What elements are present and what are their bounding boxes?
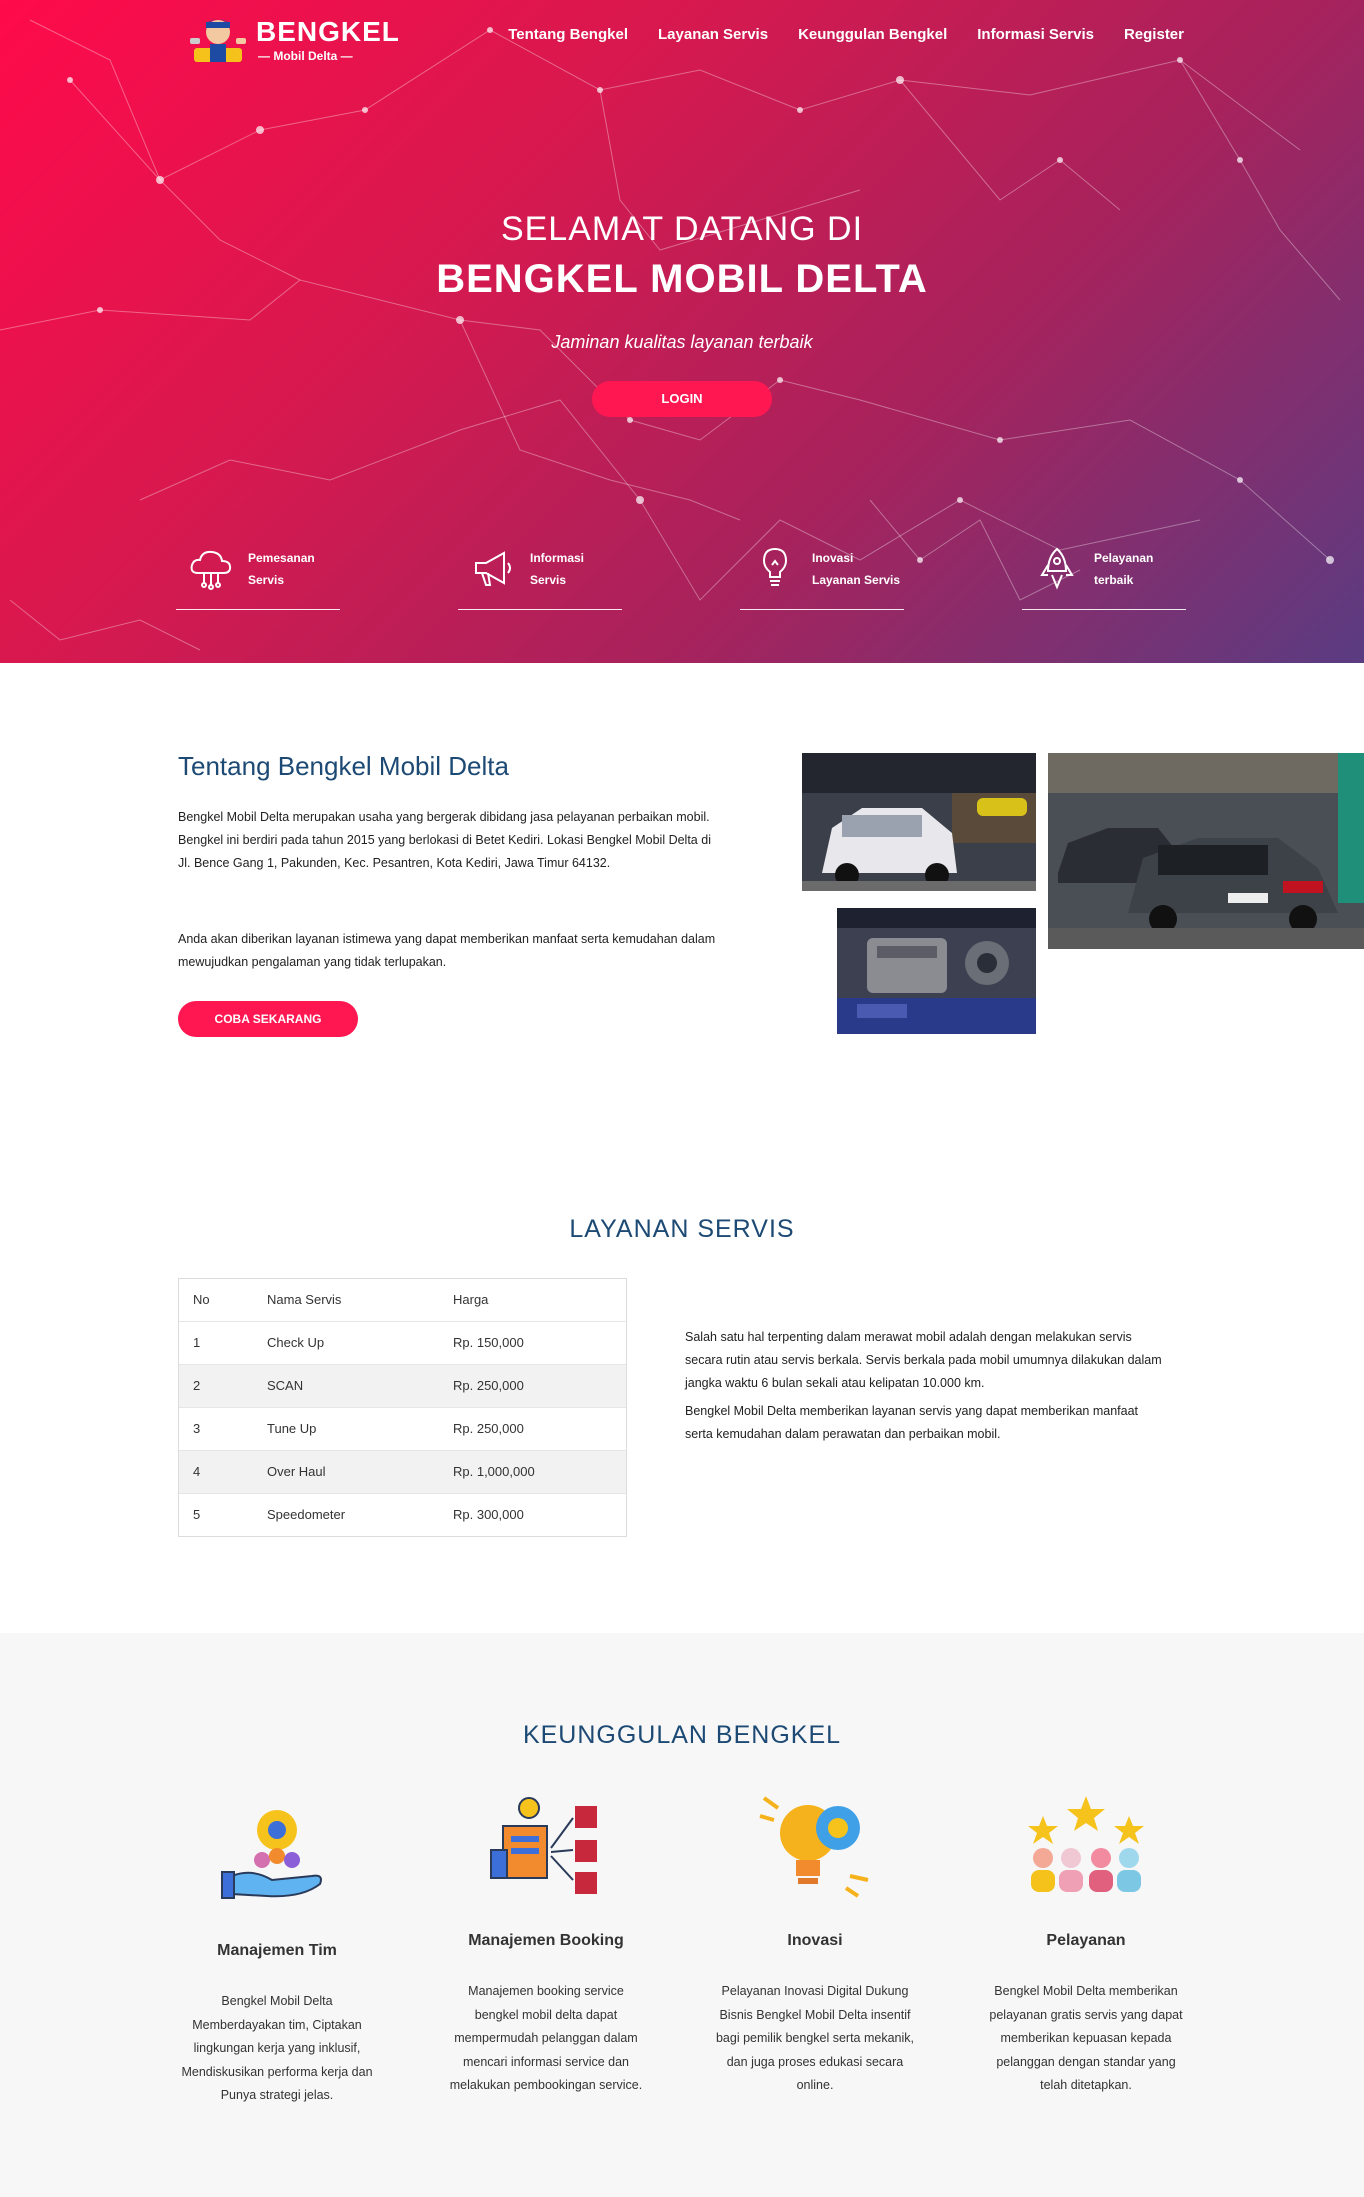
cell-no: 4 [179, 1449, 253, 1493]
cell-harga: Rp. 1,000,000 [439, 1449, 626, 1493]
menu-keunggulan-bengkel[interactable]: Keunggulan Bengkel [798, 26, 947, 43]
cell-harga: Rp. 300,000 [439, 1492, 626, 1536]
try-now-button[interactable]: COBA SEKARANG [178, 1001, 358, 1037]
navbar: BENGKEL — Mobil Delta — Tentang Bengkel … [0, 0, 1364, 70]
cell-no: 5 [179, 1492, 253, 1536]
advantage-card-manajemen-booking: Manajemen Booking Manajemen booking serv… [446, 1788, 646, 2098]
hero-features: Pemesanan Servis Informasi Servis Inovas… [176, 545, 1186, 610]
cell-no: 2 [179, 1363, 253, 1407]
advantage-text: Bengkel Mobil Delta memberikan pelayanan… [989, 1984, 1183, 2092]
advantage-title: Manajemen Tim [217, 1942, 337, 1959]
table-header-nama: Nama Servis [267, 1292, 342, 1308]
login-button[interactable]: LOGIN [592, 381, 772, 417]
logo-title: BENGKEL [256, 16, 400, 47]
cell-nama: SCAN [253, 1363, 439, 1407]
feature-label-line2: Servis [248, 573, 285, 587]
advantages-title: KEUNGGULAN BENGKEL [522, 1721, 842, 1749]
lightbulb-icon [762, 547, 788, 586]
cell-no: 1 [179, 1320, 253, 1364]
advantage-text: Pelayanan Inovasi Digital Dukung Bisnis … [715, 1984, 915, 2092]
hero-section: BENGKEL — Mobil Delta — Tentang Bengkel … [0, 0, 1364, 663]
about-section: Tentang Bengkel Mobil Delta Bengkel Mobi… [0, 663, 1364, 1150]
advantage-card-pelayanan: Pelayanan Bengkel Mobil Delta memberikan… [986, 1788, 1186, 2098]
advantage-title: Inovasi [787, 1932, 843, 1949]
cell-nama: Speedometer [253, 1492, 439, 1536]
about-title: Tentang Bengkel Mobil Delta [178, 751, 509, 781]
cell-harga: Rp. 150,000 [439, 1320, 626, 1364]
advantage-text: Bengkel Mobil Delta Memberdayakan tim, C… [181, 1994, 373, 2102]
table-row: 5 Speedometer Rp. 300,000 [179, 1492, 626, 1536]
hero-tagline: Jaminan kualitas layanan terbaik [551, 332, 813, 352]
cell-no: 3 [179, 1406, 253, 1450]
cell-harga: Rp. 250,000 [439, 1406, 626, 1450]
feature-label-line1: Pemesanan [248, 551, 315, 565]
feature-pelayanan-terbaik[interactable]: Pelayanan terbaik [1022, 545, 1186, 610]
feature-label-line1: Pelayanan [1094, 551, 1154, 565]
menu-register[interactable]: Register [1124, 26, 1184, 43]
advantage-title: Manajemen Booking [468, 1932, 624, 1949]
cell-nama: Tune Up [253, 1406, 439, 1450]
logo-subtitle: — Mobil Delta — [258, 49, 353, 63]
advantage-card-manajemen-tim: Manajemen Tim Bengkel Mobil Delta Member… [177, 1798, 377, 2108]
menu-tentang-bengkel[interactable]: Tentang Bengkel [508, 26, 628, 43]
workshop-photo-engine [837, 908, 1036, 1034]
service-stars-icon [1028, 1796, 1144, 1892]
feature-pemesanan-servis[interactable]: Pemesanan Servis [176, 545, 340, 610]
menu-layanan-servis[interactable]: Layanan Servis [658, 26, 768, 43]
services-table: No Nama Servis Harga 1 Check Up Rp. 150,… [178, 1278, 627, 1537]
feature-label-line2: Servis [530, 573, 567, 587]
booking-management-icon [490, 1797, 597, 1894]
hero-content: SELAMAT DATANG DI BENGKEL MOBIL DELTA Ja… [0, 210, 1364, 417]
feature-label-line1: Informasi [530, 551, 585, 565]
cloud-network-icon [190, 550, 232, 590]
feature-inovasi-layanan[interactable]: Inovasi Layanan Servis [740, 545, 904, 610]
table-row: 2 SCAN Rp. 250,000 [179, 1363, 626, 1407]
innovation-icon [759, 1796, 869, 1898]
advantage-title: Pelayanan [1046, 1932, 1126, 1949]
team-management-icon [221, 1810, 322, 1899]
services-paragraph-1: Salah satu hal terpenting dalam merawat … [685, 1330, 1162, 1390]
services-paragraph-2: Bengkel Mobil Delta memberikan layanan s… [685, 1404, 1139, 1441]
hero-welcome: SELAMAT DATANG DI [500, 210, 864, 248]
services-section: LAYANAN SERVIS No Nama Servis Harga 1 Ch… [0, 1150, 1364, 1633]
logo[interactable]: BENGKEL — Mobil Delta — [188, 14, 400, 66]
feature-label-line2: Layanan Servis [812, 573, 901, 587]
advantage-text: Manajemen booking service bengkel mobil … [449, 1984, 643, 2092]
feature-label-line2: terbaik [1094, 573, 1134, 587]
workshop-photo-white-car [802, 753, 1036, 891]
advantage-card-inovasi: Inovasi Pelayanan Inovasi Digital Dukung… [715, 1788, 915, 2098]
rocket-icon [1040, 547, 1074, 590]
workshop-photo-mercedes [1048, 753, 1364, 949]
about-paragraph-2: Anda akan diberikan layanan istimewa yan… [178, 932, 716, 969]
feature-label-line1: Inovasi [812, 551, 854, 565]
megaphone-icon [475, 551, 511, 586]
table-header-harga: Harga [453, 1292, 489, 1308]
services-title: LAYANAN SERVIS [569, 1215, 795, 1243]
feature-informasi-servis[interactable]: Informasi Servis [458, 545, 622, 610]
hero-heading: BENGKEL MOBIL DELTA [436, 257, 928, 301]
menu-informasi-servis[interactable]: Informasi Servis [977, 26, 1094, 43]
table-row: 4 Over Haul Rp. 1,000,000 [179, 1449, 626, 1493]
main-menu: Tentang Bengkel Layanan Servis Keunggula… [508, 26, 1184, 43]
cell-nama: Over Haul [253, 1449, 439, 1493]
table-row: 1 Check Up Rp. 150,000 [179, 1320, 626, 1364]
advantages-section: KEUNGGULAN BENGKEL Manajemen Tim Bengkel… [0, 1633, 1364, 2197]
table-header-no: No [193, 1292, 210, 1308]
cell-nama: Check Up [253, 1320, 439, 1364]
about-paragraph-1: Bengkel Mobil Delta merupakan usaha yang… [178, 810, 711, 870]
cell-harga: Rp. 250,000 [439, 1363, 626, 1407]
mechanic-mascot-icon [190, 19, 246, 62]
table-row: 3 Tune Up Rp. 250,000 [179, 1406, 626, 1450]
